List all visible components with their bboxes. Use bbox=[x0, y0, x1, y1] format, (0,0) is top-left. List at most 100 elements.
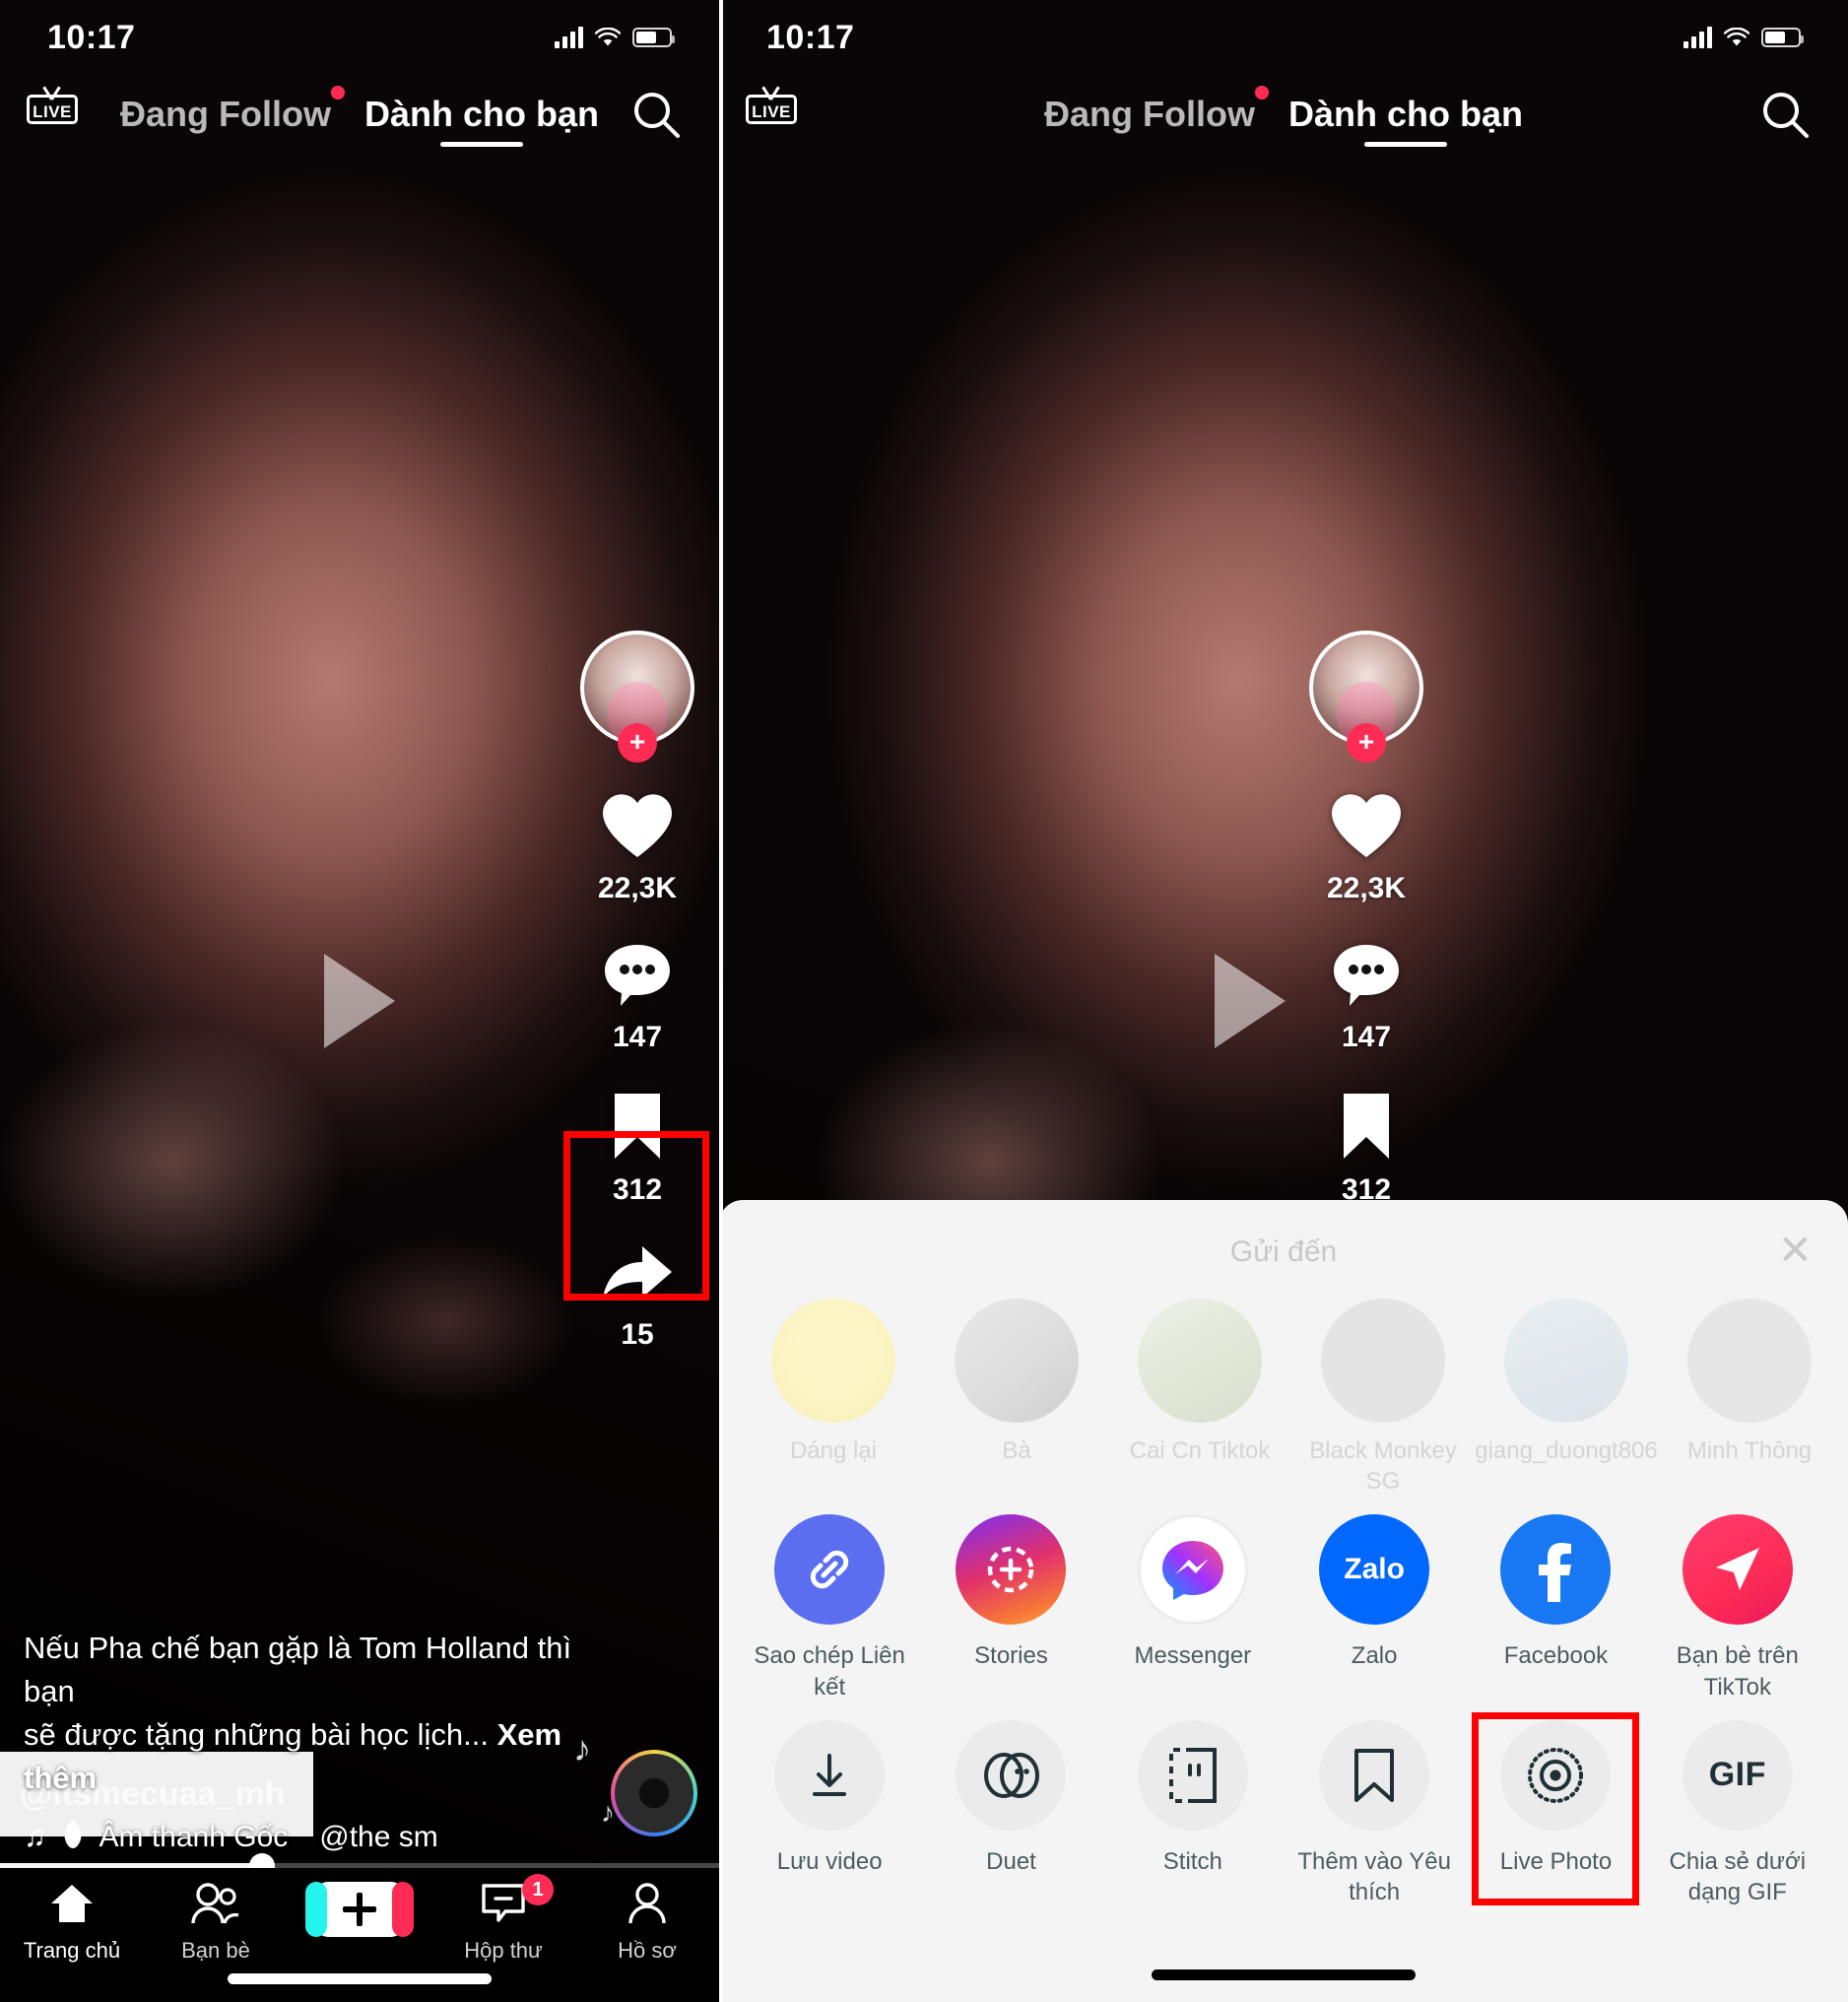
author-avatar[interactable]: + bbox=[580, 631, 694, 763]
bookmark-icon bbox=[1336, 1090, 1397, 1168]
live-button[interactable]: LIVE bbox=[741, 85, 802, 124]
stitch-icon bbox=[1137, 1719, 1248, 1831]
music-label: Âm thanh Gốc bbox=[99, 1820, 289, 1853]
share-sheet-title: Gửi đến bbox=[1229, 1235, 1338, 1268]
close-icon[interactable]: ✕ bbox=[1778, 1230, 1813, 1271]
contact-item[interactable]: Cai Cn Tiktok bbox=[1123, 1299, 1277, 1497]
follow-button[interactable]: + bbox=[618, 723, 657, 763]
comment-button[interactable]: 147 bbox=[601, 941, 674, 1054]
profile-icon bbox=[626, 1882, 669, 1930]
tab-bar-item-friends[interactable]: Bạn bè bbox=[144, 1882, 288, 1964]
share-contacts-row[interactable]: Dáng lại Bà Cai Cn Tiktok Black Monkey S… bbox=[719, 1283, 1848, 1497]
home-indicator bbox=[228, 1973, 492, 1984]
share-action-add-favorites[interactable]: Thêm vào Yêu thích bbox=[1284, 1719, 1465, 1907]
music-disc[interactable] bbox=[611, 1750, 697, 1836]
status-bar: 10:17 bbox=[0, 0, 719, 75]
live-label: LIVE bbox=[752, 102, 791, 121]
share-action-share-gif[interactable]: GIF Chia sẻ dưới dạng GIF bbox=[1647, 1719, 1828, 1907]
contact-avatar bbox=[955, 1299, 1079, 1423]
bookmark-button[interactable]: 312 bbox=[607, 1090, 668, 1207]
like-count: 22,3K bbox=[1326, 872, 1407, 904]
contact-name: Dáng lại bbox=[789, 1437, 878, 1464]
contact-item[interactable]: giang_duongt806 bbox=[1475, 1299, 1658, 1497]
share-button[interactable]: 15 bbox=[599, 1242, 676, 1352]
share-action-live-photo[interactable]: Live Photo bbox=[1465, 1711, 1646, 1907]
tab-dang-follow-label: Đang Follow bbox=[120, 94, 331, 134]
cellular-signal-icon bbox=[555, 27, 583, 48]
feed-tabs: Đang Follow Dành cho bạn bbox=[1044, 86, 1523, 147]
contact-item[interactable]: Bà bbox=[940, 1299, 1093, 1497]
screenshot-root: 10:17 LIVE Đang Follow Dành cho bạn + 22… bbox=[0, 0, 1848, 2002]
tab-bar-label-profile: Hồ sơ bbox=[618, 1938, 677, 1963]
share-sheet-header: Gửi đến ✕ bbox=[719, 1222, 1848, 1283]
feed-tabs: Đang Follow Dành cho bạn bbox=[120, 86, 599, 147]
heart-icon bbox=[1328, 790, 1405, 866]
play-indicator-icon[interactable] bbox=[324, 954, 395, 1048]
share-apps-row: Sao chép Liên kết Stories Messenger Zalo… bbox=[719, 1497, 1848, 1702]
share-action-label: Duet bbox=[986, 1847, 1036, 1875]
tab-dang-follow[interactable]: Đang Follow bbox=[1044, 86, 1269, 147]
link-icon bbox=[774, 1514, 886, 1626]
like-button[interactable]: 22,3K bbox=[598, 790, 677, 905]
share-count: 15 bbox=[621, 1318, 654, 1351]
share-app-tiktok-friends[interactable]: Bạn bè trên TikTok bbox=[1647, 1514, 1828, 1702]
share-app-stories[interactable]: Stories bbox=[920, 1514, 1101, 1702]
home-indicator bbox=[1152, 1969, 1416, 1980]
battery-icon bbox=[632, 28, 675, 47]
action-rail: + 22,3K 147 312 bbox=[573, 631, 701, 1387]
comment-count: 147 bbox=[1341, 1021, 1392, 1053]
music-author: @the sm bbox=[319, 1820, 438, 1853]
author-avatar[interactable]: + bbox=[1309, 631, 1423, 763]
gif-label: GIF bbox=[1708, 1756, 1766, 1794]
share-sheet: Gửi đến ✕ Dáng lại Bà Cai Cn Tiktok Blac… bbox=[719, 1200, 1848, 2002]
share-action-label: Lưu video bbox=[776, 1847, 883, 1875]
share-action-label: Live Photo bbox=[1499, 1847, 1613, 1875]
share-action-save-video[interactable]: Lưu video bbox=[739, 1719, 920, 1907]
cellular-signal-icon bbox=[1683, 27, 1712, 48]
tab-danh-cho-ban-label: Dành cho bạn bbox=[1287, 94, 1523, 134]
comment-count: 147 bbox=[612, 1021, 663, 1053]
music-row[interactable]: ♫ Âm thanh Gốc @the sm bbox=[24, 1818, 573, 1856]
search-icon[interactable] bbox=[1757, 87, 1813, 147]
contact-avatar bbox=[771, 1299, 895, 1423]
contact-item[interactable]: Black Monkey SG bbox=[1306, 1299, 1460, 1497]
bookmark-button[interactable]: 312 bbox=[1336, 1090, 1397, 1207]
create-icon[interactable] bbox=[305, 1882, 414, 1937]
share-action-duet[interactable]: Duet bbox=[920, 1719, 1101, 1907]
share-app-messenger[interactable]: Messenger bbox=[1102, 1514, 1284, 1702]
tab-bar-label-home: Trang chủ bbox=[23, 1938, 121, 1963]
comment-button[interactable]: 147 bbox=[1330, 941, 1403, 1054]
comment-icon bbox=[601, 941, 674, 1015]
phone-panel-left: 10:17 LIVE Đang Follow Dành cho bạn + 22… bbox=[0, 0, 719, 2002]
share-app-label: Sao chép Liên kết bbox=[754, 1642, 905, 1701]
contact-item[interactable]: Dáng lại bbox=[757, 1299, 910, 1497]
play-indicator-icon[interactable] bbox=[1214, 954, 1286, 1048]
share-app-facebook[interactable]: Facebook bbox=[1465, 1514, 1646, 1702]
share-app-label: Bạn bè trên TikTok bbox=[1676, 1642, 1799, 1701]
contact-name: Minh Thông bbox=[1686, 1437, 1813, 1464]
wifi-icon bbox=[594, 27, 622, 47]
tab-dang-follow[interactable]: Đang Follow bbox=[120, 86, 345, 147]
search-icon[interactable] bbox=[628, 87, 684, 147]
zalo-icon: Zalo bbox=[1319, 1514, 1430, 1626]
tab-danh-cho-ban[interactable]: Dành cho bạn bbox=[1288, 94, 1523, 147]
tab-bar-item-inbox[interactable]: 1 Hộp thư bbox=[431, 1874, 575, 1964]
share-action-stitch[interactable]: Stitch bbox=[1102, 1719, 1284, 1907]
live-button[interactable]: LIVE bbox=[22, 85, 83, 124]
share-arrow-icon bbox=[599, 1242, 676, 1312]
like-button[interactable]: 22,3K bbox=[1327, 790, 1406, 905]
caption-line-2-wrap: sẽ được tặng những bài học lịch... Xem t… bbox=[24, 1713, 573, 1800]
contact-item[interactable]: Minh Thông bbox=[1673, 1299, 1826, 1497]
heart-icon bbox=[599, 790, 676, 866]
share-app-copy-link[interactable]: Sao chép Liên kết bbox=[739, 1514, 920, 1702]
follow-button[interactable]: + bbox=[1347, 723, 1386, 763]
tab-notification-dot bbox=[330, 86, 345, 100]
caption-line-1: Nếu Pha chế bạn gặp là Tom Holland thì b… bbox=[24, 1630, 572, 1708]
tab-bar-item-home[interactable]: Trang chủ bbox=[0, 1882, 144, 1964]
comment-icon bbox=[1330, 941, 1403, 1015]
tab-bar-item-create[interactable] bbox=[288, 1882, 431, 1937]
caption-area: Nếu Pha chế bạn gặp là Tom Holland thì b… bbox=[0, 1627, 591, 1856]
tab-bar-item-profile[interactable]: Hồ sơ bbox=[575, 1882, 719, 1964]
tab-danh-cho-ban[interactable]: Dành cho bạn bbox=[364, 94, 599, 147]
share-app-zalo[interactable]: Zalo Zalo bbox=[1284, 1514, 1465, 1702]
